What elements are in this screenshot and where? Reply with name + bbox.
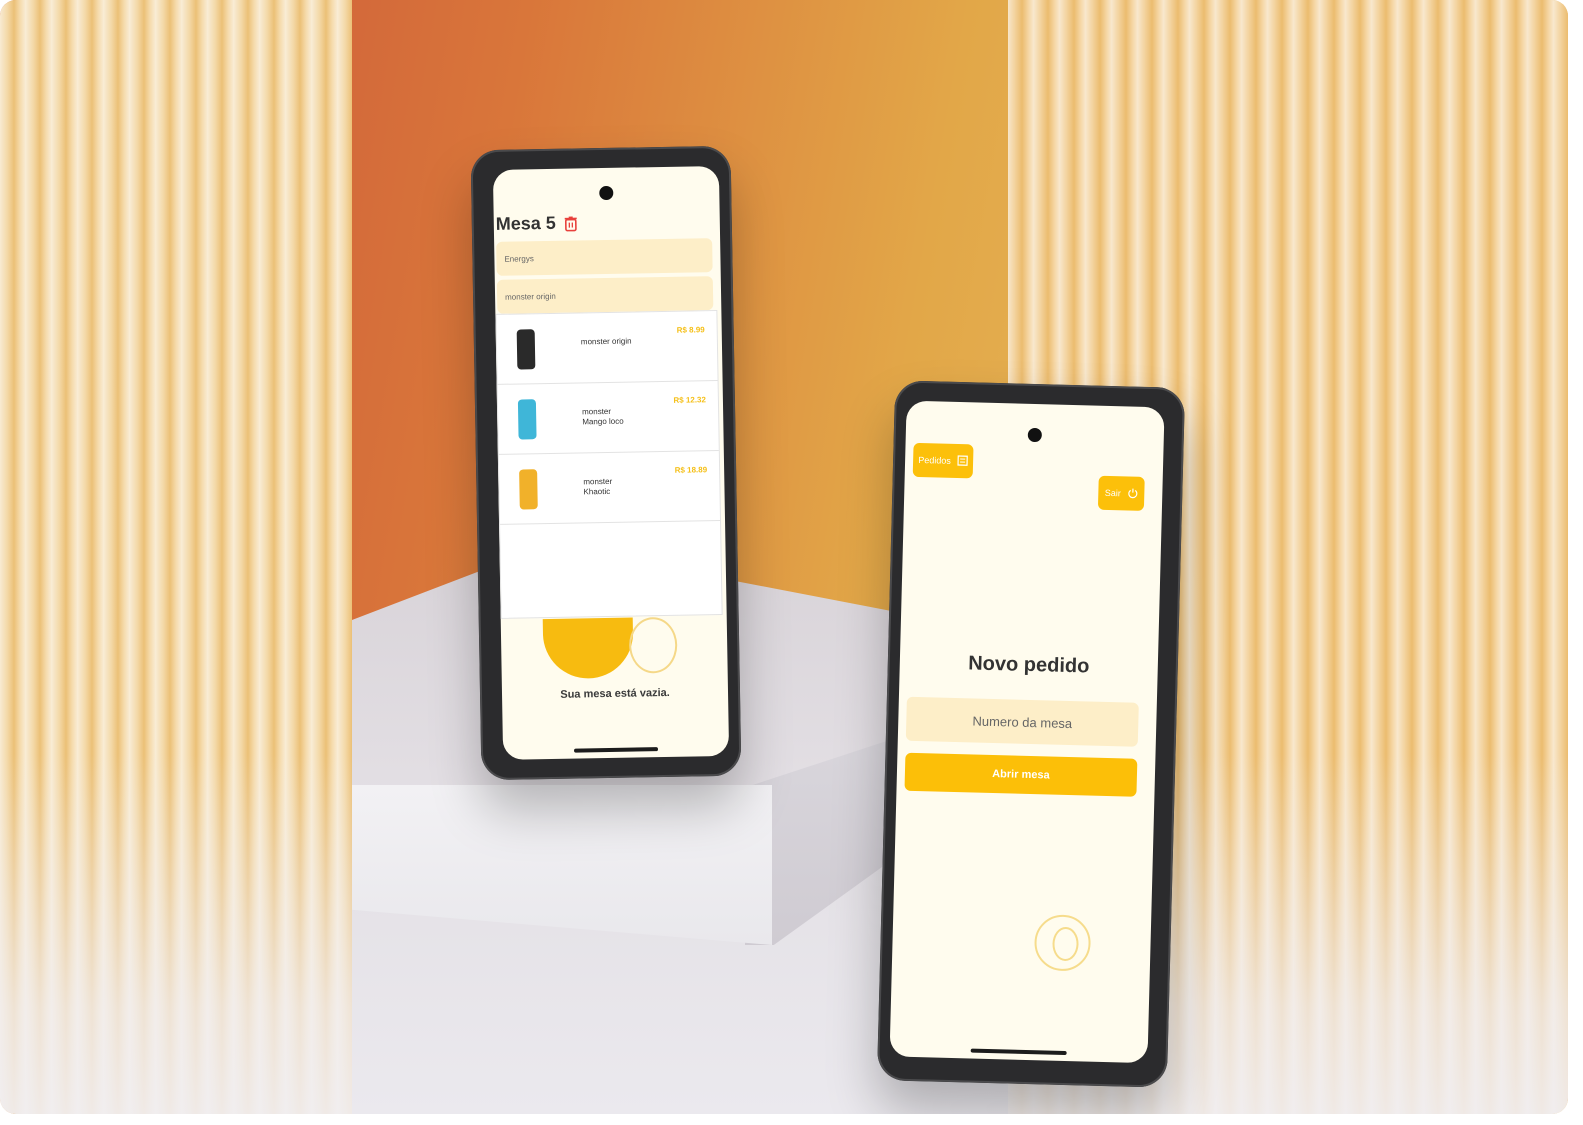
search-field[interactable]: monster origin (496, 276, 714, 314)
background-scene: Mesa 5 Energys monster origin monster or… (0, 0, 1568, 1114)
plate-outline-icon (628, 616, 678, 674)
product-row[interactable]: monster Khaotic R$ 18.89 (498, 451, 721, 525)
table-header: Mesa 5 (496, 212, 578, 234)
trash-icon[interactable] (564, 215, 578, 231)
brand-logo-icon (1033, 914, 1092, 972)
exit-button[interactable]: Sair (1097, 475, 1145, 511)
phone-table-order: Mesa 5 Energys monster origin monster or… (470, 145, 742, 781)
power-icon (1127, 487, 1138, 500)
orders-button[interactable]: Pedidos (912, 442, 974, 479)
open-table-button-label: Abrir mesa (992, 767, 1050, 782)
product-name: monster Mango loco (582, 406, 624, 427)
table-title: Mesa 5 (495, 212, 557, 234)
product-row[interactable]: monster origin R$ 8.99 (496, 311, 718, 385)
exit-button-label: Sair (1104, 487, 1121, 499)
table-number-input[interactable] (905, 696, 1139, 747)
front-camera (599, 185, 614, 201)
new-order-screen: Pedidos Sair Novo pedido Numero da mesa … (889, 400, 1165, 1064)
category-field[interactable]: Energys (496, 238, 713, 276)
glass-curtain-left (0, 0, 352, 1114)
new-order-title: Novo pedido (967, 652, 1090, 678)
receipt-icon (957, 454, 968, 467)
home-indicator[interactable] (573, 747, 659, 753)
product-name: monster Khaotic (583, 476, 613, 497)
product-price: R$ 12.32 (673, 395, 706, 405)
phone-new-order: Pedidos Sair Novo pedido Numero da mesa … (876, 380, 1186, 1088)
product-can-image (516, 329, 536, 370)
table-order-screen: Mesa 5 Energys monster origin monster or… (492, 165, 730, 760)
product-row[interactable]: monster Mango loco R$ 12.32 (497, 381, 719, 455)
search-field-value: monster origin (505, 291, 556, 302)
product-price: R$ 18.89 (674, 465, 708, 475)
empty-table-message: Sua mesa está vazia. (560, 686, 670, 701)
product-dropdown-list: monster origin R$ 8.99 monster Mango loc… (495, 310, 723, 619)
empty-table-illustration (542, 617, 634, 680)
open-table-button[interactable]: Abrir mesa (904, 752, 1138, 797)
product-can-image (517, 399, 537, 440)
product-can-image (519, 469, 538, 510)
product-price: R$ 8.99 (676, 325, 705, 335)
product-name: monster origin (580, 336, 632, 347)
orders-button-label: Pedidos (918, 454, 952, 466)
category-field-value: Energys (504, 253, 534, 264)
front-camera (1027, 427, 1043, 443)
home-indicator[interactable] (970, 1048, 1067, 1056)
